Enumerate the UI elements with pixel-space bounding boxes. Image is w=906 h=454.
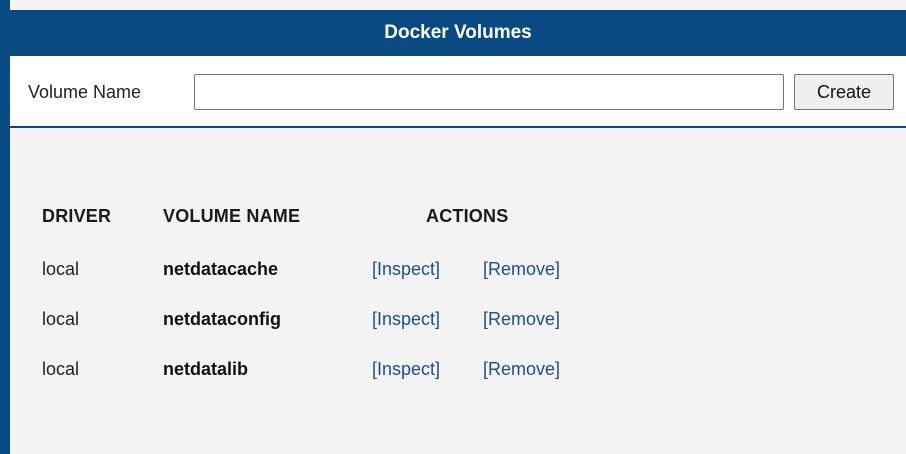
volume-name-cell: netdatalib bbox=[163, 359, 249, 379]
column-header-driver: DRIVER bbox=[42, 206, 112, 226]
panel-title: Docker Volumes bbox=[384, 22, 532, 43]
volume-name-cell: netdatacache bbox=[163, 259, 279, 279]
panel-left-border bbox=[0, 0, 10, 454]
driver-cell: local bbox=[42, 309, 80, 329]
inspect-link[interactable]: [Inspect] bbox=[372, 244, 440, 294]
create-button[interactable]: Create bbox=[794, 74, 894, 110]
panel-title-bar: Docker Volumes bbox=[10, 10, 906, 56]
column-header-actions: ACTIONS bbox=[426, 206, 509, 226]
volume-name-label: Volume Name bbox=[28, 82, 142, 102]
table-row: local netdatacache [Inspect] [Remove] bbox=[10, 244, 906, 294]
create-volume-form: Volume Name Create bbox=[10, 56, 906, 128]
remove-link[interactable]: [Remove] bbox=[483, 244, 560, 294]
table-row: local netdataconfig [Inspect] [Remove] bbox=[10, 294, 906, 344]
inspect-link[interactable]: [Inspect] bbox=[372, 294, 440, 344]
driver-cell: local bbox=[42, 359, 80, 379]
column-header-volume-name: VOLUME NAME bbox=[163, 206, 301, 226]
remove-link[interactable]: [Remove] bbox=[483, 344, 560, 394]
docker-volumes-panel: Docker Volumes Volume Name Create DRIVER… bbox=[0, 0, 906, 454]
inspect-link[interactable]: [Inspect] bbox=[372, 344, 440, 394]
remove-link[interactable]: [Remove] bbox=[483, 294, 560, 344]
volume-name-input[interactable] bbox=[194, 74, 784, 110]
driver-cell: local bbox=[42, 259, 80, 279]
table-row: local netdatalib [Inspect] [Remove] bbox=[10, 344, 906, 394]
volume-name-cell: netdataconfig bbox=[163, 309, 282, 329]
